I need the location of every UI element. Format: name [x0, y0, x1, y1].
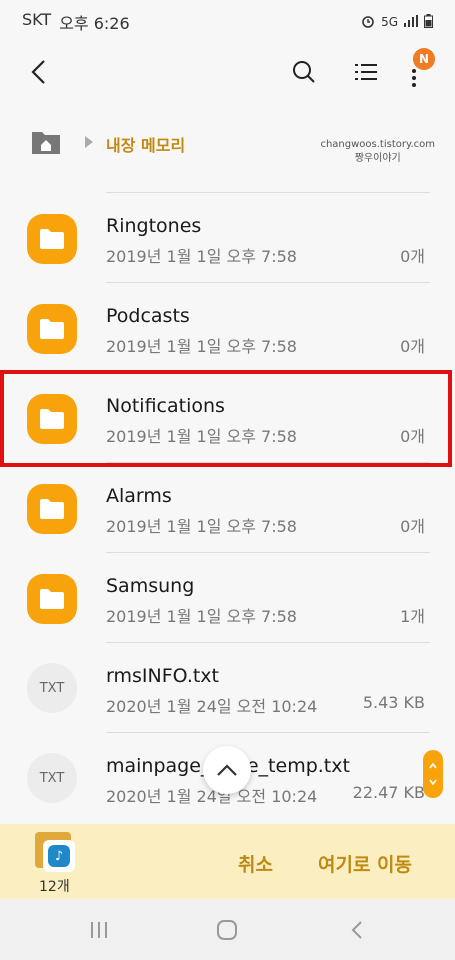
list-view-button[interactable]: [350, 56, 382, 88]
home-folder-icon[interactable]: [30, 128, 62, 156]
system-back-button[interactable]: [346, 919, 368, 945]
file-size: 1개: [400, 607, 425, 626]
file-size: 0개: [400, 517, 425, 536]
file-name: rmsINFO.txt: [106, 665, 219, 687]
status-bar: SKT 오후 6:26 5G: [0, 0, 455, 44]
breadcrumb-arrow-icon: [84, 134, 94, 148]
scroll-arrows-icon: [429, 762, 437, 786]
search-button[interactable]: [288, 56, 320, 88]
chevron-up-icon: [217, 764, 237, 776]
file-row-notifications[interactable]: Notifications 2019년 1월 1일 오후 7:58 0개: [0, 373, 455, 463]
system-nav-bar: [0, 899, 455, 960]
folder-icon: [27, 574, 77, 624]
file-size: 0개: [400, 337, 425, 356]
network-type-label: 5G: [381, 15, 398, 29]
battery-icon: [424, 13, 433, 31]
signal-icon: [404, 14, 418, 30]
file-name: Alarms: [106, 485, 172, 507]
search-icon: [293, 61, 315, 83]
folder-icon: [27, 484, 77, 534]
file-date: 2019년 1월 1일 오후 7:58: [106, 337, 297, 356]
watermark-name: 짱우이야기: [354, 153, 401, 164]
file-row-podcasts[interactable]: Podcasts 2019년 1월 1일 오후 7:58 0개: [0, 283, 455, 373]
clipboard-count: 12개: [39, 879, 70, 895]
file-name: Podcasts: [106, 305, 190, 327]
carrier-label: SKT: [22, 10, 52, 29]
alarm-icon: [361, 14, 375, 31]
clipboard-preview[interactable]: ♪: [35, 832, 77, 874]
home-button[interactable]: [216, 919, 238, 945]
recent-apps-button[interactable]: [88, 919, 110, 945]
file-date: 2019년 1월 1일 오후 7:58: [106, 247, 297, 266]
file-size: 0개: [400, 427, 425, 446]
fast-scroll-handle[interactable]: [423, 750, 443, 798]
file-size: 22.47 KB: [352, 783, 425, 802]
file-date: 2019년 1월 1일 오후 7:58: [106, 607, 297, 626]
file-row-ringtones[interactable]: Ringtones 2019년 1월 1일 오후 7:58 0개: [0, 193, 455, 283]
list-view-icon: [355, 64, 377, 80]
watermark: changwoos.tistory.com 짱우이야기: [320, 138, 435, 166]
file-list: Ringtones 2019년 1월 1일 오후 7:58 0개 Podcast…: [0, 193, 455, 823]
file-date: 2019년 1월 1일 오후 7:58: [106, 427, 297, 446]
file-date: 2019년 1월 1일 오후 7:58: [106, 517, 297, 536]
folder-icon: [27, 214, 77, 264]
folder-icon: [27, 304, 77, 354]
move-action-bar: ♪ 12개 취소 여기로 이동: [0, 824, 455, 899]
app-bar: N: [0, 48, 455, 96]
chevron-left-icon: [351, 921, 362, 939]
notification-badge[interactable]: N: [413, 48, 435, 70]
file-row-samsung[interactable]: Samsung 2019년 1월 1일 오후 7:58 1개: [0, 553, 455, 643]
clock-label: 오후 6:26: [59, 14, 130, 33]
home-icon: [217, 920, 237, 940]
file-date: 2020년 1월 24일 오전 10:24: [106, 697, 318, 716]
back-arrow-icon: [31, 60, 45, 84]
move-here-button[interactable]: 여기로 이동: [318, 850, 412, 877]
txt-file-icon: TXT: [27, 753, 77, 803]
scroll-to-top-button[interactable]: [203, 746, 251, 794]
clipboard-item: ♪: [43, 840, 75, 872]
txt-file-icon: TXT: [27, 663, 77, 713]
folder-icon: [27, 394, 77, 444]
watermark-url: changwoos.tistory.com: [320, 139, 435, 150]
file-row-rmsinfo[interactable]: TXT rmsINFO.txt 2020년 1월 24일 오전 10:24 5.…: [0, 643, 455, 733]
file-name: Notifications: [106, 395, 225, 417]
music-note-icon: ♪: [48, 845, 70, 867]
cancel-button[interactable]: 취소: [238, 850, 273, 877]
file-size: 0개: [400, 247, 425, 266]
breadcrumb-location[interactable]: 내장 메모리: [106, 132, 185, 156]
back-button[interactable]: [24, 56, 56, 88]
file-row-alarms[interactable]: Alarms 2019년 1월 1일 오후 7:58 0개: [0, 463, 455, 553]
recent-apps-icon: [91, 922, 107, 938]
file-size: 5.43 KB: [362, 693, 425, 712]
file-name: Samsung: [106, 575, 195, 597]
file-name: Ringtones: [106, 215, 202, 237]
